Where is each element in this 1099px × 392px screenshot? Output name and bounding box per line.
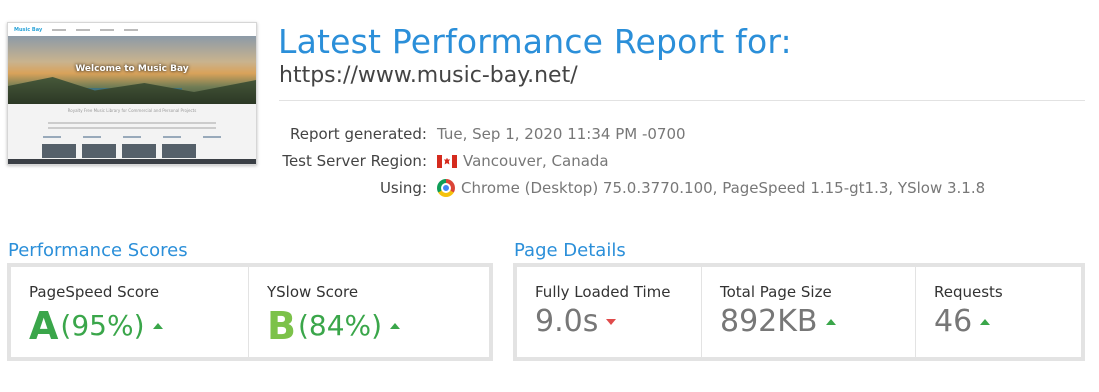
page-size-value: 892KB [720,304,818,339]
pagespeed-label: PageSpeed Score [29,283,160,301]
thumbnail-logo: Music Bay [14,26,43,33]
pagespeed-score[interactable]: PageSpeed Score A (95%) [11,267,249,357]
requests-value: 46 [934,304,973,339]
header-divider [279,100,1085,101]
pagespeed-grade: A [29,304,59,348]
report-generated-label: Report generated: [289,125,427,143]
yslow-label: YSlow Score [267,283,359,301]
requests-label: Requests [934,283,1003,301]
trend-down-icon [606,319,617,325]
page-details-panel: Fully Loaded Time 9.0s Total Page Size 8… [513,263,1085,361]
report-generated-value: Tue, Sep 1, 2020 11:34 PM -0700 [437,125,686,143]
performance-scores-panel: PageSpeed Score A (95%) YSlow Score B (8… [7,263,493,361]
report-url[interactable]: https://www.music-bay.net/ [279,63,578,88]
thumbnail-subtitle: Royalty Free Music Library for Commercia… [67,108,197,113]
meta-report-generated: Report generated: Tue, Sep 1, 2020 11:34… [279,125,1085,143]
thumbnail-hero: Welcome to Music Bay [8,36,256,104]
load-time-value: 9.0s [535,304,599,339]
region-value: Vancouver, Canada [463,152,609,170]
report-title: Latest Performance Report for: [278,22,792,61]
thumbnail-hero-text: Welcome to Music Bay [75,64,189,74]
using-value: Chrome (Desktop) 75.0.3770.100, PageSpee… [461,179,986,197]
pagespeed-percent: (95%) [60,309,145,342]
performance-scores-title: Performance Scores [8,240,188,261]
requests[interactable]: Requests 46 [916,267,1081,357]
load-time-label: Fully Loaded Time [535,283,671,301]
chrome-icon [437,179,455,197]
page-size-label: Total Page Size [720,283,832,301]
yslow-score[interactable]: YSlow Score B (84%) [249,267,489,357]
fully-loaded-time[interactable]: Fully Loaded Time 9.0s [517,267,702,357]
page-details-title: Page Details [514,240,626,261]
trend-up-icon [980,319,991,325]
trend-up-icon [390,323,401,329]
meta-region: Test Server Region: Vancouver, Canada [279,152,1085,170]
trend-up-icon [152,323,163,329]
total-page-size[interactable]: Total Page Size 892KB [702,267,916,357]
meta-using: Using: Chrome (Desktop) 75.0.3770.100, P… [279,179,1085,197]
site-thumbnail[interactable]: Music Bay Welcome to Music Bay Royalty F… [7,22,257,165]
using-label: Using: [379,179,427,197]
canada-flag-icon [437,154,457,168]
yslow-grade: B [267,304,296,348]
trend-up-icon [825,319,836,325]
yslow-percent: (84%) [297,309,383,342]
region-label: Test Server Region: [282,152,427,170]
thumbnail-nav: Music Bay [8,23,256,36]
